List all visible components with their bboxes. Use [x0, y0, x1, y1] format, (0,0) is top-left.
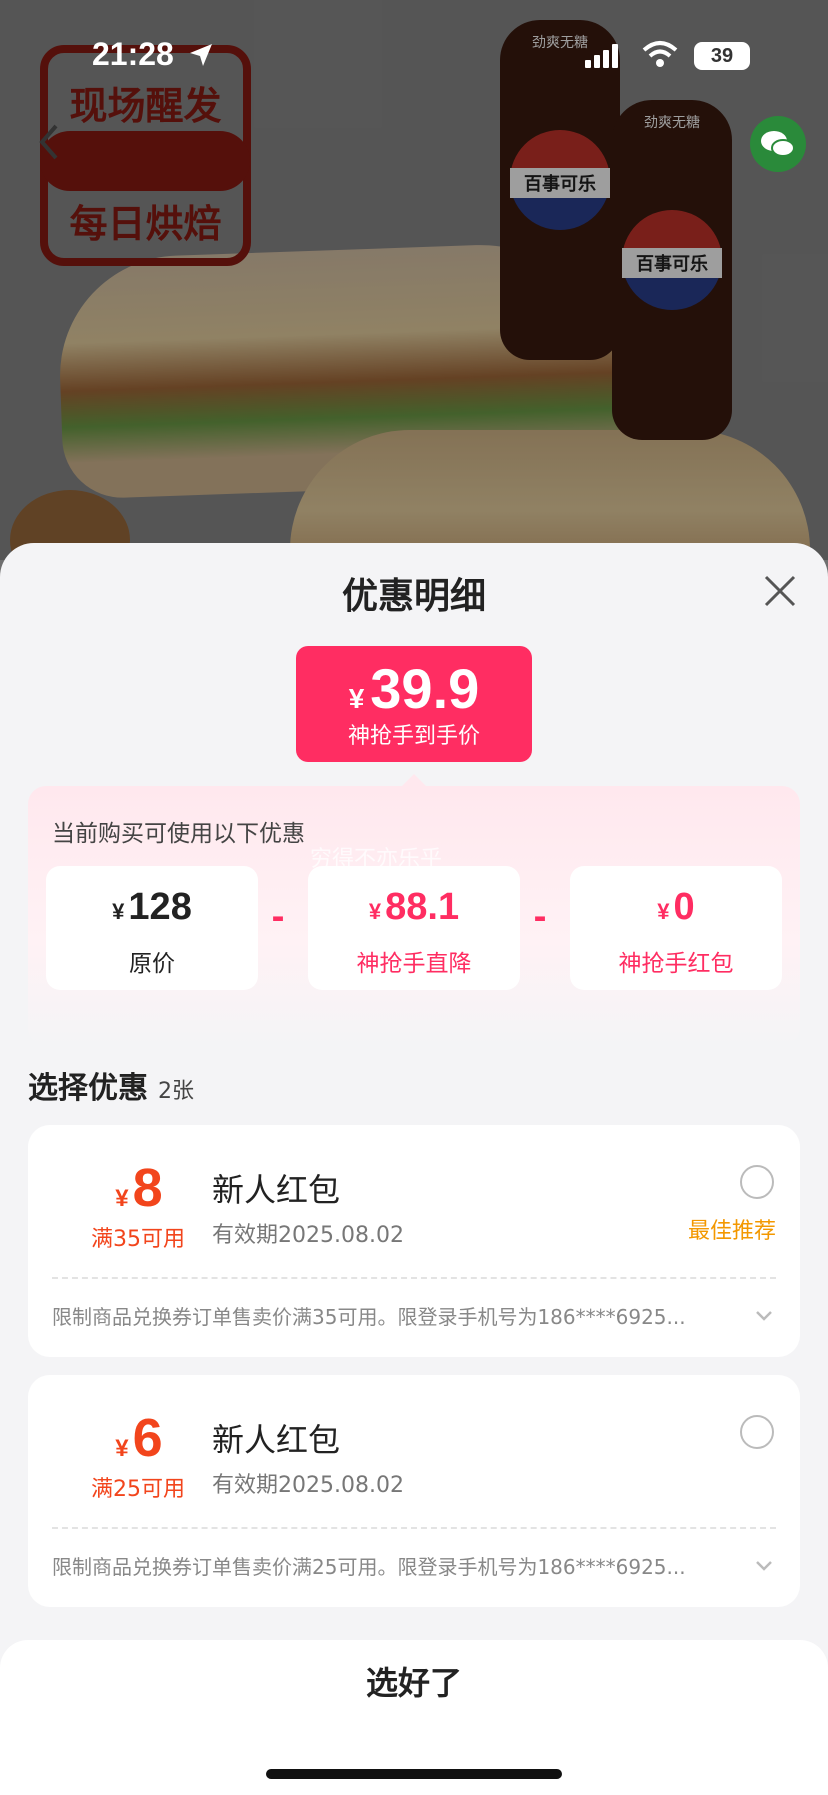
coupon-amount: ¥8 — [84, 1157, 194, 1219]
coupon-validity: 有效期2025.08.02 — [212, 1223, 404, 1248]
price-pointer — [402, 774, 426, 786]
coupon-select-radio-2[interactable] — [740, 1415, 774, 1449]
direct-discount-card: ¥88.1 神抢手直降 — [308, 866, 520, 990]
final-price-currency: ¥ — [348, 683, 365, 714]
coupon-count: 2张 — [158, 1079, 194, 1104]
coupon-card[interactable]: ¥8 满35可用 新人红包 有效期2025.08.02 最佳推荐 限制商品兑换券… — [28, 1125, 800, 1357]
red-packet-value: ¥0 — [570, 886, 782, 929]
coupon-currency-2: ¥ — [115, 1435, 129, 1462]
direct-discount-value: ¥88.1 — [308, 886, 520, 929]
coupon-currency: ¥ — [115, 1185, 129, 1212]
footer-bar: 选好了 — [0, 1640, 828, 1795]
home-indicator[interactable] — [266, 1769, 562, 1779]
sheet-title: 优惠明细 — [341, 576, 486, 617]
minus-sign-2: - — [533, 898, 547, 936]
location-arrow-icon — [190, 44, 212, 66]
direct-discount-currency: ¥ — [368, 899, 382, 924]
battery-indicator: 39 — [694, 42, 750, 70]
original-price-label: 原价 — [129, 951, 175, 977]
red-packet-currency: ¥ — [657, 899, 670, 924]
original-price-value: ¥128 — [46, 886, 258, 929]
direct-discount-label: 神抢手直降 — [356, 951, 472, 977]
coupon-condition: 满35可用 — [91, 1227, 185, 1252]
final-price: ¥39.9 — [296, 656, 532, 721]
close-icon[interactable] — [762, 573, 798, 609]
signal-icon — [585, 44, 618, 68]
final-price-label: 神抢手到手价 — [347, 724, 480, 749]
best-recommend-badge: 最佳推荐 — [687, 1219, 776, 1244]
minus-sign: - — [271, 898, 285, 936]
original-price-number: 128 — [128, 886, 192, 928]
chevron-down-icon[interactable] — [754, 1309, 774, 1323]
wechat-icon[interactable] — [750, 116, 806, 172]
red-packet-label: 神抢手红包 — [618, 951, 734, 977]
coupon-condition-2: 满25可用 — [91, 1477, 185, 1502]
price-breakdown-panel: 当前购买可使用以下优惠 穷得不亦乐乎 ¥128 原价 - ¥88.1 神抢手直降… — [28, 786, 800, 1046]
coupon-select-radio[interactable] — [740, 1165, 774, 1199]
coupon-amount-value: 8 — [132, 1158, 163, 1218]
divider-2 — [52, 1527, 776, 1529]
wifi-icon — [642, 41, 678, 67]
coupon-card-2[interactable]: ¥6 满25可用 新人红包 有效期2025.08.02 限制商品兑换券订单售卖价… — [28, 1375, 800, 1607]
coupon-amount-value-2: 6 — [132, 1408, 163, 1468]
breakdown-hint: 当前购买可使用以下优惠 — [52, 821, 305, 847]
red-packet-number: 0 — [673, 886, 695, 928]
divider — [52, 1277, 776, 1279]
chevron-down-icon-2[interactable] — [754, 1559, 774, 1573]
coupon-description-2: 限制商品兑换券订单售卖价满25可用。限登录手机号为186****6925... — [52, 1555, 686, 1579]
coupon-validity-2: 有效期2025.08.02 — [212, 1473, 404, 1498]
coupon-name: 新人红包 — [212, 1171, 341, 1209]
final-price-amount: 39.9 — [370, 657, 480, 720]
confirm-button[interactable]: 选好了 — [0, 1658, 828, 1704]
discount-detail-sheet: 优惠明细 ¥39.9 神抢手到手价 当前购买可使用以下优惠 穷得不亦乐乎 ¥12… — [0, 543, 828, 1795]
original-price-currency: ¥ — [112, 899, 125, 924]
final-price-badge: ¥39.9 神抢手到手价 — [296, 646, 532, 786]
status-time: 21:28 — [92, 36, 174, 72]
select-discount-title: 选择优惠 — [28, 1071, 148, 1106]
red-packet-card: ¥0 神抢手红包 — [570, 866, 782, 990]
direct-discount-number: 88.1 — [385, 886, 460, 928]
coupon-amount-2: ¥6 — [84, 1407, 194, 1469]
original-price-card: ¥128 原价 — [46, 866, 258, 990]
status-bar: 21:28 39 — [0, 0, 828, 172]
coupon-description: 限制商品兑换券订单售卖价满35可用。限登录手机号为186****6925... — [52, 1305, 686, 1329]
coupon-name-2: 新人红包 — [212, 1421, 341, 1459]
back-arrow-icon[interactable] — [34, 120, 64, 164]
